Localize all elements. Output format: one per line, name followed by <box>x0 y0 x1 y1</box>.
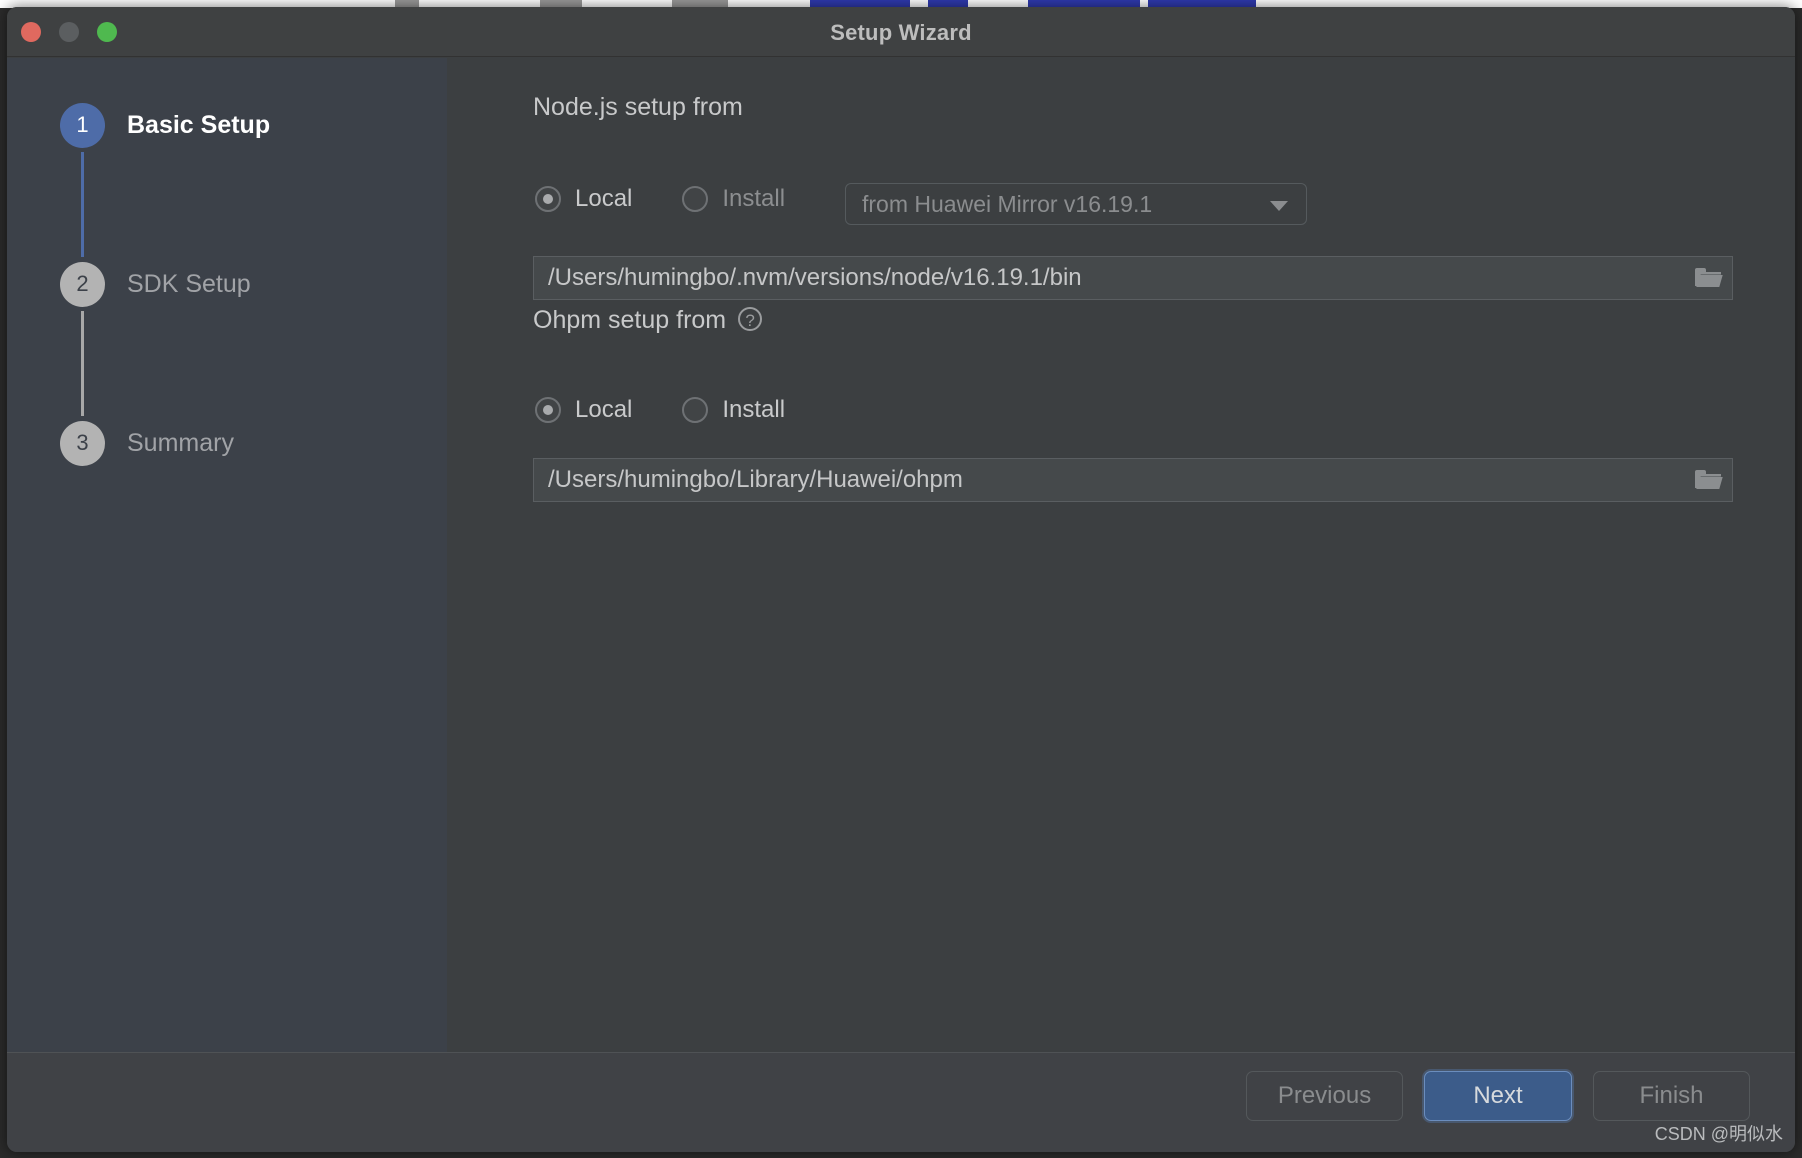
sidebar-step-sdk-setup[interactable]: 2 SDK Setup <box>60 257 270 311</box>
finish-button[interactable]: Finish <box>1593 1071 1750 1121</box>
step-connector-1 <box>81 152 84 257</box>
ohpm-radio-local[interactable]: Local <box>535 396 632 424</box>
nodejs-path-field[interactable]: /Users/humingbo/.nvm/versions/node/v16.1… <box>533 256 1733 300</box>
radio-mark <box>535 397 561 423</box>
nodejs-mirror-select[interactable]: from Huawei Mirror v16.19.1 <box>845 183 1307 225</box>
window-title: Setup Wizard <box>830 20 972 45</box>
nodejs-radio-local[interactable]: Local <box>535 185 632 213</box>
step-label: SDK Setup <box>127 269 251 298</box>
nodejs-radio-install[interactable]: Install <box>682 185 785 213</box>
nodejs-section-title: Node.js setup from <box>533 93 743 121</box>
step-list: 1 Basic Setup 2 SDK Setup 3 Summary <box>60 98 270 470</box>
next-button[interactable]: Next <box>1424 1071 1572 1121</box>
radio-mark <box>535 186 561 212</box>
ohpm-browse-button[interactable] <box>1684 459 1732 501</box>
radio-mark <box>682 397 709 423</box>
ohpm-radio-install[interactable]: Install <box>682 396 785 424</box>
step-label: Basic Setup <box>127 110 271 139</box>
ohpm-section-title: Ohpm setup from <box>533 306 727 334</box>
sidebar-step-basic-setup[interactable]: 1 Basic Setup <box>60 98 270 152</box>
folder-icon <box>1695 268 1723 288</box>
title-bar: Setup Wizard <box>7 7 1795 57</box>
ohpm-section-title-row: Ohpm setup from? <box>533 306 763 335</box>
wizard-step-sidebar: 1 Basic Setup 2 SDK Setup 3 Summary <box>7 58 447 1052</box>
nodejs-path-value: /Users/humingbo/.nvm/versions/node/v16.1… <box>548 264 1082 291</box>
step-number-badge: 1 <box>60 102 105 148</box>
ohpm-path-value: /Users/humingbo/Library/Huawei/ohpm <box>548 466 963 493</box>
radio-label: Local <box>575 185 633 212</box>
step-label: Summary <box>127 428 234 457</box>
step-connector-2 <box>81 311 84 416</box>
radio-mark <box>682 186 709 212</box>
help-circle-icon[interactable]: ? <box>738 307 763 331</box>
sidebar-step-summary[interactable]: 3 Summary <box>60 416 270 470</box>
radio-label: Install <box>722 396 786 423</box>
folder-icon <box>1695 470 1723 490</box>
step-number-badge: 3 <box>60 420 105 466</box>
ohpm-path-field[interactable]: /Users/humingbo/Library/Huawei/ohpm <box>533 458 1733 502</box>
watermark: CSDN @明似水 <box>1654 1124 1783 1144</box>
setup-wizard-window: Setup Wizard 1 Basic Setup 2 SDK Setup 3… <box>7 7 1795 1152</box>
previous-button[interactable]: Previous <box>1246 1071 1403 1121</box>
window-content: 1 Basic Setup 2 SDK Setup 3 Summary Node… <box>7 58 1795 1052</box>
radio-label: Install <box>722 185 786 212</box>
ohpm-source-radio-group: Local Install <box>535 396 835 424</box>
nodejs-browse-button[interactable] <box>1684 257 1732 299</box>
chevron-down-icon <box>1270 201 1288 211</box>
step-number-badge: 2 <box>60 261 105 307</box>
radio-label: Local <box>575 396 633 423</box>
main-panel: Node.js setup from Local Install from Hu… <box>447 58 1795 1052</box>
nodejs-source-radio-group: Local Install <box>535 185 835 213</box>
wizard-footer: Previous Next Finish CSDN @明似水 <box>7 1052 1795 1152</box>
nodejs-mirror-value: from Huawei Mirror v16.19.1 <box>862 190 1153 217</box>
